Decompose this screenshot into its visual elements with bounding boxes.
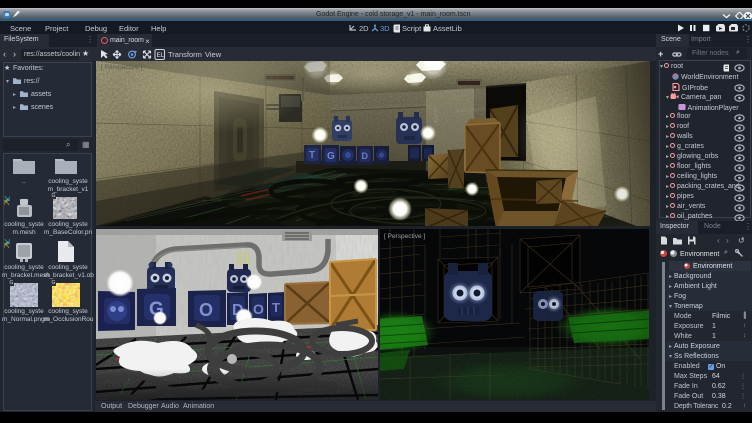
svg-text:G: G	[327, 151, 335, 162]
svg-text:O: O	[253, 301, 264, 317]
svg-text:D: D	[362, 151, 369, 161]
svg-text:T: T	[272, 300, 280, 315]
svg-text:EL: EL	[157, 52, 165, 59]
svg-text:[ Perspective ]: [ Perspective ]	[384, 233, 425, 240]
svg-text:[ Perspective ]: [ Perspective ]	[101, 64, 142, 71]
svg-text:T: T	[309, 150, 315, 161]
svg-text:O: O	[199, 300, 213, 320]
